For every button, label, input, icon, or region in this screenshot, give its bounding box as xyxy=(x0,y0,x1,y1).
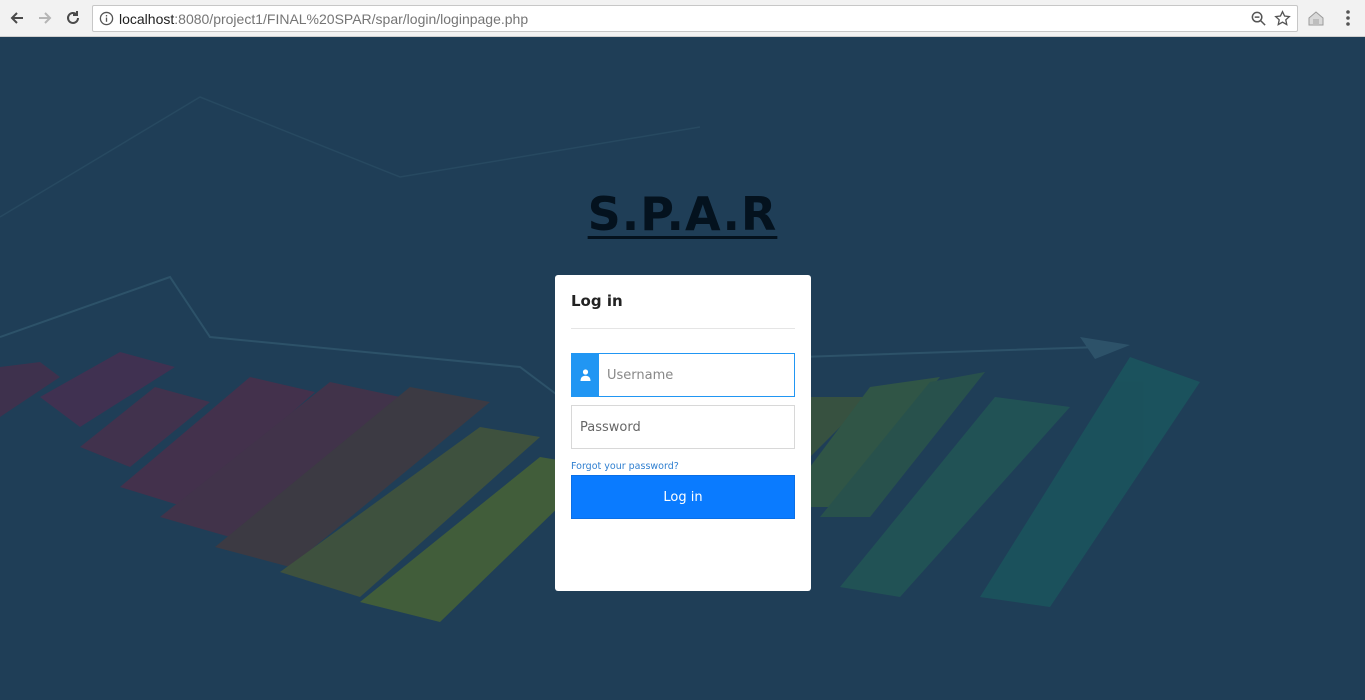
brand-title: S.P.A.R xyxy=(587,187,778,241)
reload-icon xyxy=(67,11,79,24)
login-button[interactable]: Log in xyxy=(571,475,795,519)
divider xyxy=(571,328,795,329)
browser-toolbar: localhost:8080/project1/FINAL%20SPAR/spa… xyxy=(0,0,1365,37)
url-text[interactable]: localhost:8080/project1/FINAL%20SPAR/spa… xyxy=(119,11,528,27)
username-input[interactable] xyxy=(599,353,795,397)
brand-header: S.P.A.R xyxy=(0,187,1365,241)
bookmark-star-icon[interactable] xyxy=(1274,10,1291,27)
username-group xyxy=(571,353,795,397)
arrow-left-icon xyxy=(10,12,23,24)
url-path: :8080/project1/FINAL%20SPAR/spar/login/l… xyxy=(174,11,529,27)
login-page: S.P.A.R Log in Forgot your password? Log… xyxy=(0,37,1365,700)
forward-button[interactable] xyxy=(33,6,57,30)
address-bar[interactable]: localhost:8080/project1/FINAL%20SPAR/spa… xyxy=(92,5,1298,32)
login-card: Log in Forgot your password? Log in xyxy=(555,275,811,591)
more-menu-icon[interactable] xyxy=(1339,8,1357,28)
arrow-right-icon xyxy=(39,12,52,24)
forgot-password-link[interactable]: Forgot your password? xyxy=(571,461,679,472)
back-button[interactable] xyxy=(5,6,29,30)
info-icon[interactable] xyxy=(99,11,114,26)
extension-icon[interactable] xyxy=(1306,8,1326,28)
login-title: Log in xyxy=(571,292,623,310)
reload-button[interactable] xyxy=(61,6,85,30)
username-addon xyxy=(571,353,599,397)
password-input[interactable] xyxy=(571,405,795,449)
user-icon xyxy=(580,369,590,381)
zoom-icon[interactable] xyxy=(1250,10,1267,27)
url-host: localhost xyxy=(119,11,175,27)
